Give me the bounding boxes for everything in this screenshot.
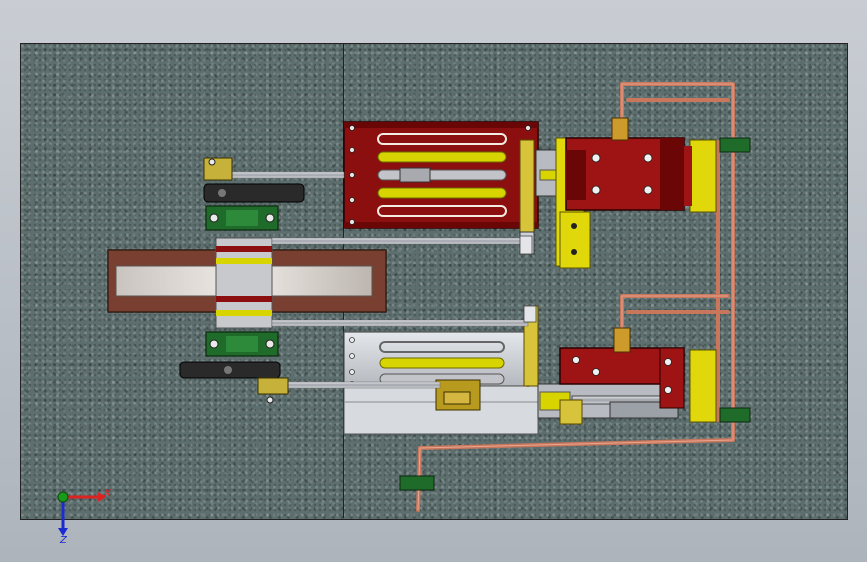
upper-steam-chest[interactable]: [565, 117, 717, 213]
eccentric-upper[interactable]: [203, 157, 305, 203]
coordinate-triad: X Z: [57, 488, 112, 546]
upper-cylinder[interactable]: [343, 121, 539, 229]
pipe-fitting-bottom: [399, 475, 435, 491]
pipe-fitting-mid: [719, 407, 751, 423]
pipe-fitting-top: [719, 137, 751, 153]
triad-x-label: X: [103, 488, 112, 499]
crankshaft[interactable]: [215, 237, 273, 329]
eccentric-lower[interactable]: [179, 361, 289, 404]
main-bearing-upper[interactable]: [205, 205, 279, 231]
steam-engine-assembly[interactable]: X Z: [0, 0, 867, 562]
main-bearing-lower[interactable]: [205, 331, 279, 357]
triad-z-label: Z: [59, 535, 68, 546]
lower-steam-pipe: [620, 294, 730, 350]
cad-viewport[interactable]: X Z: [0, 0, 867, 562]
